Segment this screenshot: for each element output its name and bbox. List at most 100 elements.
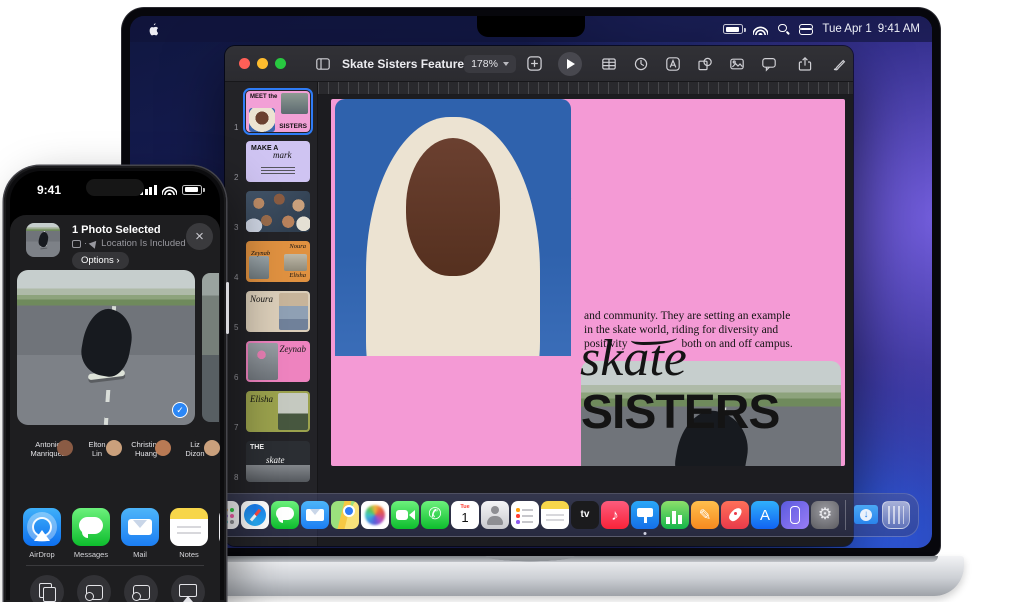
close-share-sheet-button[interactable]: × bbox=[186, 223, 213, 250]
dock-app-tv[interactable]: tv bbox=[571, 497, 599, 533]
slide-thumbnail[interactable]: 5 Noura bbox=[231, 290, 317, 334]
comment-icon[interactable] bbox=[758, 53, 780, 75]
share-app-messages[interactable]: Messages bbox=[72, 508, 110, 559]
share-app-airdrop[interactable]: AirDrop bbox=[23, 508, 61, 559]
slide-thumbnail-preview: Elisha bbox=[246, 391, 310, 432]
share-icon[interactable] bbox=[794, 53, 816, 75]
wifi-icon[interactable] bbox=[753, 24, 768, 35]
slide-1-editor[interactable]: CAMPUS QUARTERLY MEET the This group of … bbox=[331, 99, 845, 466]
control-center-icon[interactable] bbox=[799, 24, 812, 35]
body-line-part: both on and off campus. bbox=[681, 338, 792, 350]
next-photo-partial[interactable] bbox=[202, 273, 219, 422]
battery-icon[interactable] bbox=[723, 24, 743, 34]
dock-app-calendar[interactable]: Tue 1 bbox=[451, 497, 479, 533]
fullscreen-window-button[interactable] bbox=[275, 58, 286, 69]
dock-app-numbers[interactable] bbox=[661, 497, 689, 533]
menu-bar-clock[interactable]: Tue Apr 1 9:41 AM bbox=[822, 23, 920, 35]
dock-app-reminders[interactable] bbox=[511, 497, 539, 533]
dock-app-trash[interactable] bbox=[882, 497, 910, 533]
text-box-icon[interactable] bbox=[662, 53, 684, 75]
dock-app-icon: ✆ bbox=[421, 501, 449, 529]
insert-toolbar-group bbox=[598, 53, 780, 75]
contact-christine-huang[interactable]: Christine Huang bbox=[126, 435, 166, 503]
dock-app-system-settings[interactable]: ⚙ bbox=[811, 497, 839, 533]
view-sidebar-icon[interactable] bbox=[312, 53, 334, 75]
dock-app-icon bbox=[631, 501, 659, 529]
dock-app-contacts[interactable] bbox=[481, 497, 509, 533]
close-window-button[interactable] bbox=[239, 58, 250, 69]
skateboard-shape bbox=[40, 245, 47, 247]
dock-app-rocket[interactable] bbox=[721, 497, 749, 533]
table-icon[interactable] bbox=[598, 53, 620, 75]
share-action-save-to-files[interactable] bbox=[77, 575, 111, 602]
dock-app-downloads[interactable]: ↓ bbox=[852, 497, 880, 533]
chart-icon[interactable] bbox=[630, 53, 652, 75]
share-action-icon bbox=[77, 575, 111, 602]
format-brush-icon[interactable] bbox=[828, 53, 850, 75]
dock-app-icon bbox=[661, 501, 689, 529]
dock-app-icon bbox=[361, 501, 389, 529]
inspector-toolbar-group bbox=[828, 53, 853, 75]
location-arrow-icon bbox=[89, 238, 100, 249]
play-button[interactable] bbox=[558, 52, 582, 76]
dock-app-mail[interactable] bbox=[301, 497, 329, 533]
slide-thumbnail[interactable]: 4 Noura Zeynab Elisha bbox=[231, 240, 317, 284]
selected-photo-thumbnail bbox=[26, 223, 60, 257]
slide-thumbnail[interactable]: 6 Zeynab bbox=[231, 340, 317, 384]
add-slide-button[interactable] bbox=[524, 53, 546, 75]
dock-app-facetime[interactable] bbox=[391, 497, 419, 533]
dock-app-music[interactable]: ♪ bbox=[601, 497, 629, 533]
selected-photo[interactable]: ✓ bbox=[17, 270, 195, 425]
screenshot-stage: Tue Apr 1 9:41 AM Skate Sisters bbox=[0, 0, 1030, 602]
dock-app-maps[interactable] bbox=[331, 497, 359, 533]
options-button[interactable]: Options › bbox=[72, 252, 129, 269]
contact-liz-dizon[interactable]: Liz Dizon bbox=[175, 435, 215, 503]
media-icon[interactable] bbox=[726, 53, 748, 75]
dock-app-keynote[interactable] bbox=[631, 497, 659, 533]
window-title: Skate Sisters Feature bbox=[342, 57, 464, 71]
share-action-icon bbox=[30, 575, 64, 602]
dock-app-icon bbox=[481, 501, 509, 529]
dock-app-notes[interactable] bbox=[541, 497, 569, 533]
dock-app-divider[interactable] bbox=[841, 497, 850, 533]
dock-app-messages[interactable] bbox=[271, 497, 299, 533]
dock-app-icon: ↓ bbox=[852, 501, 880, 529]
share-action-airplay[interactable] bbox=[171, 575, 205, 602]
zoom-control[interactable]: 178% bbox=[464, 55, 516, 73]
share-app-partial-app[interactable] bbox=[219, 508, 220, 559]
share-app-icon bbox=[23, 508, 61, 546]
slide-thumbnail[interactable]: 8 THE skate bbox=[231, 440, 317, 484]
slide-outro-script[interactable]: skate bbox=[580, 333, 687, 385]
slide-thumbnail[interactable]: 3 bbox=[231, 190, 317, 234]
share-action-icon bbox=[171, 575, 205, 602]
iphone-status-icons bbox=[140, 184, 202, 195]
battery-icon bbox=[182, 185, 202, 195]
dock-app-iphone-mirroring[interactable] bbox=[781, 497, 809, 533]
dock-app-phone[interactable]: ✆ bbox=[421, 497, 449, 533]
slide-thumbnail-preview bbox=[246, 191, 310, 232]
slide-thumbnail[interactable]: 2 MAKE A mark bbox=[231, 140, 317, 184]
iphone-clock: 9:41 bbox=[37, 183, 61, 197]
slide-canvas[interactable]: CAMPUS QUARTERLY MEET the This group of … bbox=[318, 95, 853, 546]
contact-elton-lin[interactable]: Elton Lin bbox=[77, 435, 117, 503]
contact-antonio-manriquez[interactable]: Antonio Manriquez bbox=[28, 435, 68, 503]
share-app-mail[interactable]: Mail bbox=[121, 508, 159, 559]
minimize-window-button[interactable] bbox=[257, 58, 268, 69]
slide-thumbnail[interactable]: 1 MEET the SISTERS bbox=[231, 90, 317, 134]
share-action-copy[interactable] bbox=[30, 575, 64, 602]
shape-icon[interactable] bbox=[694, 53, 716, 75]
location-included-text: Location Is Included bbox=[101, 238, 186, 249]
dock-app-safari[interactable] bbox=[241, 497, 269, 533]
dock-app-photos[interactable] bbox=[361, 497, 389, 533]
dock-app-app-store[interactable]: A bbox=[751, 497, 779, 533]
share-action-add-to-album[interactable] bbox=[124, 575, 158, 602]
slide-thumbnail[interactable]: 7 Elisha bbox=[231, 390, 317, 434]
dock-app-icon: Tue 1 bbox=[451, 501, 479, 529]
airdrop-contacts-row: Antonio Manriquez Elton Lin bbox=[10, 435, 220, 503]
dock-app-pages[interactable]: ✎ bbox=[691, 497, 719, 533]
apple-menu[interactable] bbox=[146, 18, 160, 40]
slide-photo-portrait[interactable] bbox=[335, 99, 571, 356]
slide-outro-bold[interactable]: SISTERS bbox=[581, 389, 779, 437]
share-app-notes[interactable]: Notes bbox=[170, 508, 208, 559]
spotlight-search-icon[interactable] bbox=[778, 24, 789, 35]
